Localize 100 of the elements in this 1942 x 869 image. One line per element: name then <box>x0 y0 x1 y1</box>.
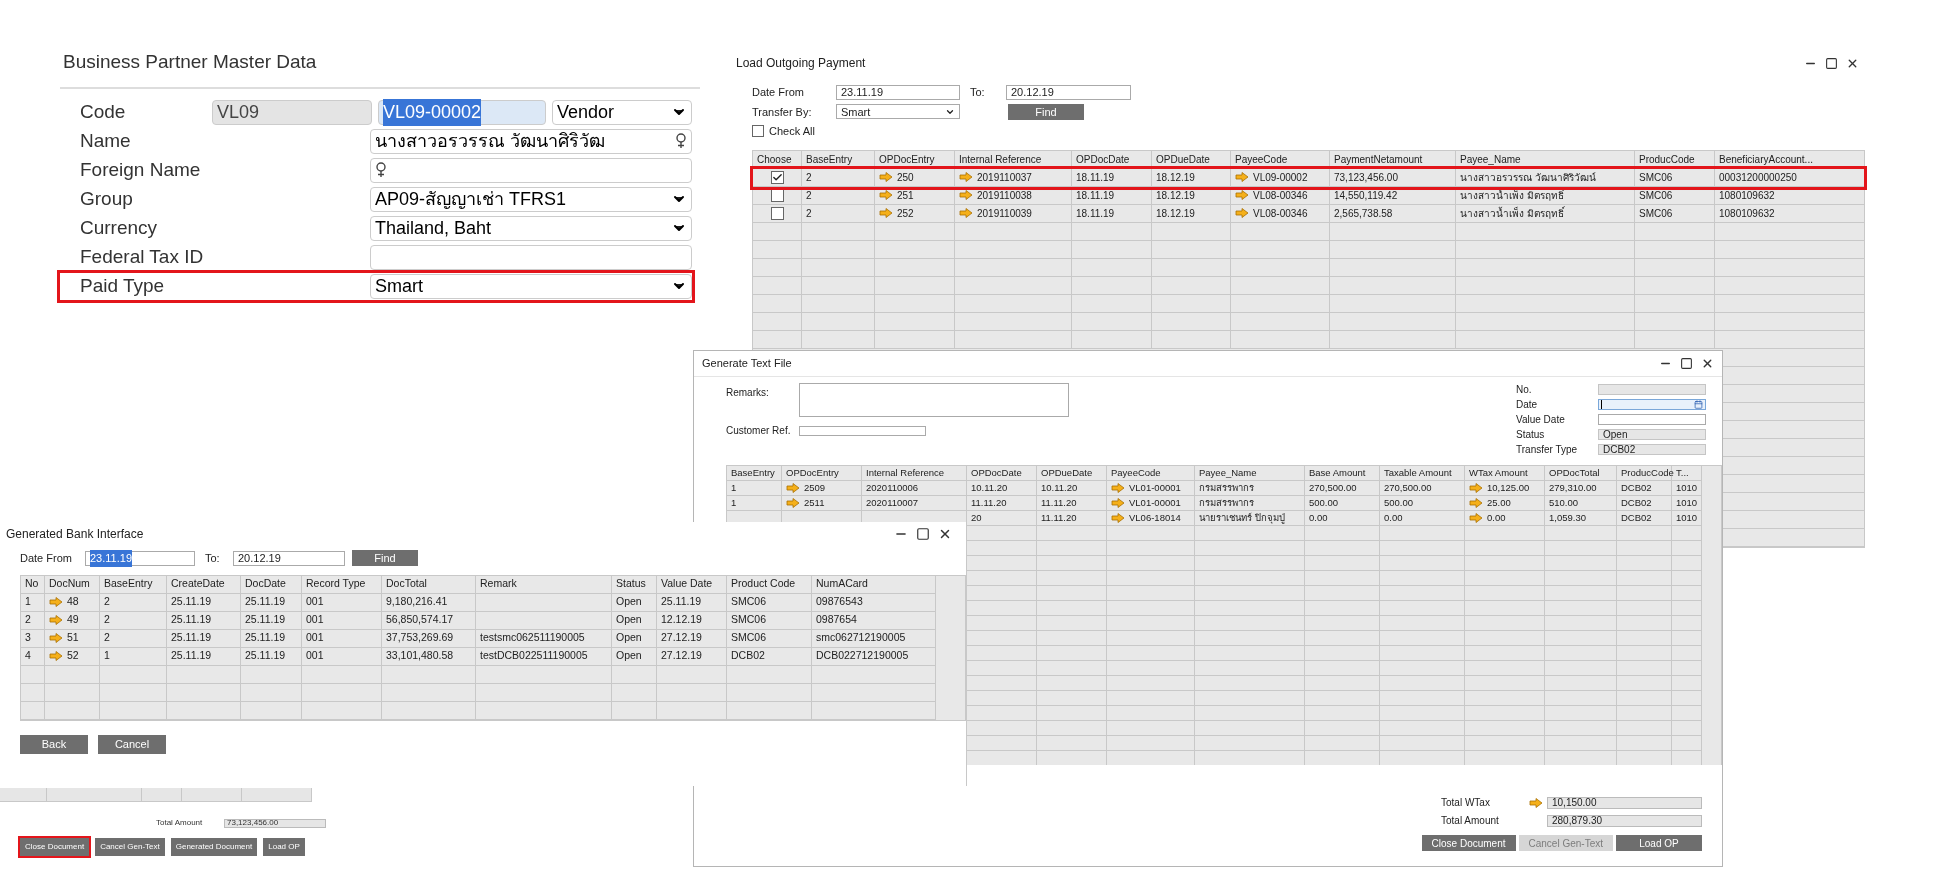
link-arrow-icon[interactable] <box>959 172 973 182</box>
link-arrow-icon[interactable] <box>786 483 800 493</box>
column-header[interactable]: PayeeCode <box>1231 150 1330 169</box>
column-header[interactable]: DocNum <box>45 575 100 594</box>
column-header[interactable]: Product Code <box>727 575 812 594</box>
column-header[interactable]: Remark <box>476 575 612 594</box>
input-field[interactable]: 20.12.19 <box>233 550 345 566</box>
close-icon[interactable] <box>1701 357 1714 370</box>
link-arrow-icon[interactable] <box>1235 172 1249 182</box>
column-header[interactable]: DocDate <box>241 575 302 594</box>
input-field[interactable] <box>1598 383 1706 395</box>
column-header[interactable]: OPDocEntry <box>782 466 862 481</box>
column-header[interactable]: Internal Reference <box>862 466 967 481</box>
link-arrow-icon[interactable] <box>1235 190 1249 200</box>
column-header[interactable]: PaymentNetamount <box>1330 150 1456 169</box>
link-arrow-icon[interactable] <box>959 208 973 218</box>
column-header[interactable]: OPDueDate <box>1152 150 1231 169</box>
column-header[interactable]: Choose <box>753 150 802 169</box>
lookup-field[interactable] <box>370 157 692 183</box>
find-button[interactable]: Find <box>352 550 418 567</box>
link-arrow-icon[interactable] <box>879 172 893 182</box>
lookup-icon[interactable] <box>375 162 387 178</box>
column-header[interactable]: OPDocDate <box>1072 150 1152 169</box>
action-button[interactable]: Generated Document <box>168 836 260 858</box>
column-header[interactable]: OPDocTotal <box>1545 466 1617 481</box>
column-header[interactable]: Value Date <box>657 575 727 594</box>
calendar-icon[interactable] <box>1694 399 1703 409</box>
column-header[interactable]: WTax Amount <box>1465 466 1545 481</box>
column-header[interactable]: ProducCode <box>1617 466 1672 481</box>
column-header[interactable]: T... <box>1672 466 1702 481</box>
column-header[interactable]: PayeeCode <box>1107 466 1195 481</box>
close-icon[interactable] <box>938 527 952 541</box>
link-arrow-icon[interactable] <box>1469 513 1483 523</box>
input-field[interactable]: 23.11.19 <box>836 84 960 100</box>
action-button[interactable]: Load OP <box>1616 835 1702 851</box>
dropdown[interactable]: Smart <box>836 104 960 120</box>
column-header[interactable]: Record Type <box>302 575 382 594</box>
column-header[interactable]: BeneficiaryAccount... <box>1715 150 1865 169</box>
link-arrow-icon[interactable] <box>959 190 973 200</box>
remarks-field[interactable] <box>799 383 1069 417</box>
choose-checkbox[interactable] <box>770 206 784 220</box>
input-field[interactable]: VL09 <box>212 99 372 125</box>
link-arrow-icon[interactable] <box>1469 498 1483 508</box>
checkbox[interactable] <box>752 125 764 138</box>
highlighted-row[interactable]: 2 250 2019110037 18.11.19 18.12.19 VL09-00002 73,123,456.00 นางสาวอรวรรณ วัฒนาศิริวัฒน์ SMC06 00031200000250 <box>753 168 1864 187</box>
column-header[interactable]: BaseEntry <box>727 466 782 481</box>
dropdown[interactable]: Smart <box>370 273 692 299</box>
link-arrow-icon[interactable] <box>1111 513 1125 523</box>
link-arrow-icon[interactable] <box>49 615 63 625</box>
link-arrow-icon[interactable] <box>49 597 63 607</box>
column-header[interactable]: OPDocEntry <box>875 150 955 169</box>
lookup-field[interactable]: นางสาวอรวรรณ วัฒนาศิริวัฒ <box>370 128 692 154</box>
link-arrow-icon[interactable] <box>49 651 63 661</box>
input-field[interactable]: VL09-00002 <box>378 99 546 125</box>
link-arrow-icon[interactable] <box>49 633 63 643</box>
column-header[interactable]: BaseEntry <box>100 575 167 594</box>
column-header[interactable]: NumACard <box>812 575 936 594</box>
choose-checkbox[interactable] <box>770 170 784 184</box>
column-header[interactable]: Base Amount <box>1305 466 1380 481</box>
link-arrow-icon[interactable] <box>879 190 893 200</box>
maximize-icon[interactable] <box>1825 56 1838 70</box>
column-header[interactable]: Taxable Amount <box>1380 466 1465 481</box>
action-button[interactable]: Cancel Gen-Text <box>93 836 167 858</box>
input-field[interactable]: 20.12.19 <box>1006 84 1131 100</box>
link-arrow-icon[interactable] <box>1235 208 1249 218</box>
column-header[interactable]: Status <box>612 575 657 594</box>
link-arrow-icon[interactable] <box>1111 483 1125 493</box>
input-field[interactable]: Open <box>1598 428 1706 440</box>
column-header[interactable]: CreateDate <box>167 575 241 594</box>
input-field[interactable]: 23.11.19 <box>85 550 195 566</box>
column-header[interactable]: Payee_Name <box>1195 466 1305 481</box>
action-button[interactable]: Close Document <box>1421 835 1516 851</box>
column-header[interactable]: Payee_Name <box>1456 150 1635 169</box>
input-field[interactable] <box>370 244 692 270</box>
column-header[interactable]: No <box>21 575 45 594</box>
input-field[interactable] <box>1598 413 1706 425</box>
column-header[interactable]: OPDueDate <box>1037 466 1107 481</box>
maximize-icon[interactable] <box>916 527 930 541</box>
date-field[interactable] <box>1598 398 1706 410</box>
link-arrow-icon[interactable] <box>1529 797 1543 808</box>
column-header[interactable]: Internal Reference <box>955 150 1072 169</box>
input-field[interactable]: DCB02 <box>1598 443 1706 455</box>
find-button[interactable]: Find <box>1008 103 1084 120</box>
link-arrow-icon[interactable] <box>879 208 893 218</box>
column-header[interactable]: OPDocDate <box>967 466 1037 481</box>
maximize-icon[interactable] <box>1680 357 1693 370</box>
link-arrow-icon[interactable] <box>1469 483 1483 493</box>
column-header[interactable]: BaseEntry <box>802 150 875 169</box>
action-button[interactable]: Cancel <box>98 734 166 754</box>
dropdown[interactable]: Vendor <box>552 99 692 125</box>
action-button[interactable]: Close Document <box>18 836 92 858</box>
column-header[interactable]: ProducCode <box>1635 150 1715 169</box>
lookup-icon[interactable] <box>675 133 687 149</box>
dropdown[interactable]: AP09-สัญญาเช่า TFRS1 <box>370 186 692 212</box>
input-field[interactable] <box>799 425 926 436</box>
action-button[interactable]: Back <box>20 734 88 754</box>
link-arrow-icon[interactable] <box>786 498 800 508</box>
link-arrow-icon[interactable] <box>1111 498 1125 508</box>
dropdown[interactable]: Thailand, Baht <box>370 215 692 241</box>
action-button[interactable]: Load OP <box>261 836 307 858</box>
